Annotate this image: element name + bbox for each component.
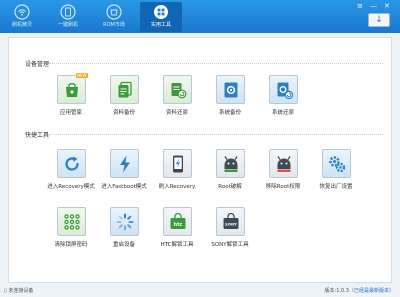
title-bar: 刷机精灵 一键刷机 ROM市场 实用工具 ≡ — ✕ ↓ — [0, 0, 400, 33]
tool-label: 刷入Recovery — [158, 184, 196, 190]
data-restore-icon — [171, 83, 186, 99]
svg-text:htc: htc — [173, 222, 182, 228]
rom-market-icon — [106, 4, 122, 20]
sony-unlock-icon: SONY — [223, 212, 238, 229]
nav-item-label: 实用工具 — [150, 22, 171, 28]
tool-factory-reset[interactable]: 恢复出厂设置 — [307, 149, 365, 195]
section-title-quick-tools: 快捷工具 — [25, 132, 50, 139]
clear-lock-pattern-icon — [63, 214, 80, 230]
svg-text:SONY: SONY — [225, 222, 237, 227]
tool-label: 重启设备 — [112, 242, 135, 248]
tool-tile — [109, 207, 139, 236]
app-manager-icon — [65, 82, 78, 97]
nav-item-utilities[interactable]: 实用工具 — [140, 2, 182, 32]
nav-item-label: 刷机精灵 — [11, 22, 32, 28]
tool-system-restore[interactable]: 系统还原 — [254, 75, 312, 121]
tool-tile: htc — [162, 207, 192, 236]
system-backup-icon — [224, 82, 237, 98]
tool-tile — [109, 75, 139, 104]
tool-label: HTC解锁工具 — [160, 242, 194, 248]
tool-label: 进入Fastboot模式 — [101, 184, 147, 190]
phone-flash-icon — [60, 4, 76, 20]
tool-htc-unlock[interactable]: htc HTC解锁工具 — [148, 207, 206, 253]
tool-tile — [321, 149, 351, 178]
tool-reboot[interactable]: 重启设备 — [95, 207, 153, 253]
tool-clear-lock-pattern[interactable]: 清除锁屏密码 — [42, 207, 100, 253]
version-status-link[interactable]: 已经是最新版本 — [354, 288, 389, 294]
close-icon[interactable]: ✕ — [384, 2, 390, 10]
status-bar: ▯ 未连接设备 版本:1.0.3（已经是最新版本） — [0, 285, 400, 297]
nav-item-label: 一键刷机 — [57, 22, 78, 28]
reboot-icon — [116, 213, 133, 231]
tool-tile — [162, 75, 192, 104]
nav-item-one-click-flash[interactable]: 一键刷机 — [48, 2, 88, 32]
tool-root[interactable]: Root破解 — [201, 149, 259, 195]
section-divider — [49, 134, 383, 135]
tool-enter-recovery[interactable]: 进入Recovery模式 — [42, 149, 100, 195]
tool-label: 进入Recovery模式 — [47, 184, 95, 190]
fastboot-mode-icon — [119, 155, 130, 173]
tool-tile: SONY — [215, 207, 245, 236]
tool-label: 应用管家 — [59, 110, 82, 116]
tool-label: Root破解 — [218, 184, 242, 190]
device-status-text: 未连接设备 — [8, 288, 34, 294]
update-button[interactable]: ↓ — [368, 13, 390, 27]
version-text-close: ） — [388, 288, 394, 294]
tool-label: 移除Root权限 — [265, 184, 301, 190]
tool-label: 资料备份 — [112, 110, 135, 116]
tool-label: 系统备份 — [218, 110, 241, 116]
tool-tile — [56, 149, 86, 178]
section-divider — [49, 63, 383, 64]
tool-flash-recovery[interactable]: 刷入Recovery — [148, 149, 206, 195]
device-status: ▯ 未连接设备 — [4, 285, 33, 297]
download-arrow-icon: ↓ — [375, 15, 383, 25]
tool-tile — [268, 149, 298, 178]
data-backup-icon — [118, 81, 132, 98]
wifi-icon — [14, 4, 30, 20]
tool-tile — [215, 75, 245, 104]
factory-reset-icon — [328, 156, 345, 173]
root-icon — [223, 156, 238, 172]
tool-tile — [109, 149, 139, 178]
nav-item-label: ROM市场 — [103, 22, 125, 28]
tool-tile: NEW — [56, 73, 88, 104]
menu-icon[interactable]: ≡ — [357, 2, 363, 10]
remove-root-icon — [276, 156, 291, 172]
recovery-mode-icon — [64, 156, 79, 171]
tool-tile — [56, 207, 86, 236]
version-text: 版本:1.0.3（ — [324, 288, 354, 294]
phone-status-icon: ▯ — [4, 288, 7, 294]
tool-system-backup[interactable]: 系统备份 — [201, 75, 259, 121]
tool-enter-fastboot[interactable]: 进入Fastboot模式 — [95, 149, 153, 195]
tool-remove-root[interactable]: 移除Root权限 — [254, 149, 312, 195]
tool-tile — [162, 149, 192, 178]
flash-recovery-icon — [172, 155, 183, 173]
section-title-device-management: 设备管理 — [25, 61, 50, 68]
tool-data-backup[interactable]: 资料备份 — [95, 75, 153, 121]
tool-tile — [215, 149, 245, 178]
htc-unlock-icon: htc — [170, 212, 185, 229]
new-badge: NEW — [76, 73, 88, 78]
nav-item-rom-market[interactable]: ROM市场 — [94, 2, 134, 32]
tool-data-restore[interactable]: 资料还原 — [148, 75, 206, 121]
tool-sony-unlock[interactable]: SONY SONY解锁工具 — [201, 207, 259, 253]
tool-tile — [268, 75, 298, 104]
tool-label: 资料还原 — [165, 110, 188, 116]
tool-app-manager[interactable]: NEW 应用管家 — [42, 73, 100, 121]
tools-panel: 设备管理 NEW 应用管家 资料备份 资料还原 系统备份 系统还原 快捷工具 进… — [8, 37, 392, 283]
nav-item-flash-wizard[interactable]: 刷机精灵 — [2, 2, 42, 32]
version-info: 版本:1.0.3（已经是最新版本） — [325, 285, 394, 297]
system-restore-icon — [277, 82, 293, 100]
tool-label: 系统还原 — [271, 110, 294, 116]
tools-grid-icon — [154, 5, 168, 19]
tool-label: SONY解锁工具 — [211, 242, 249, 248]
minimize-icon[interactable]: — — [370, 2, 377, 10]
tool-label: 清除锁屏密码 — [54, 242, 88, 248]
tool-label: 恢复出厂设置 — [319, 184, 353, 190]
